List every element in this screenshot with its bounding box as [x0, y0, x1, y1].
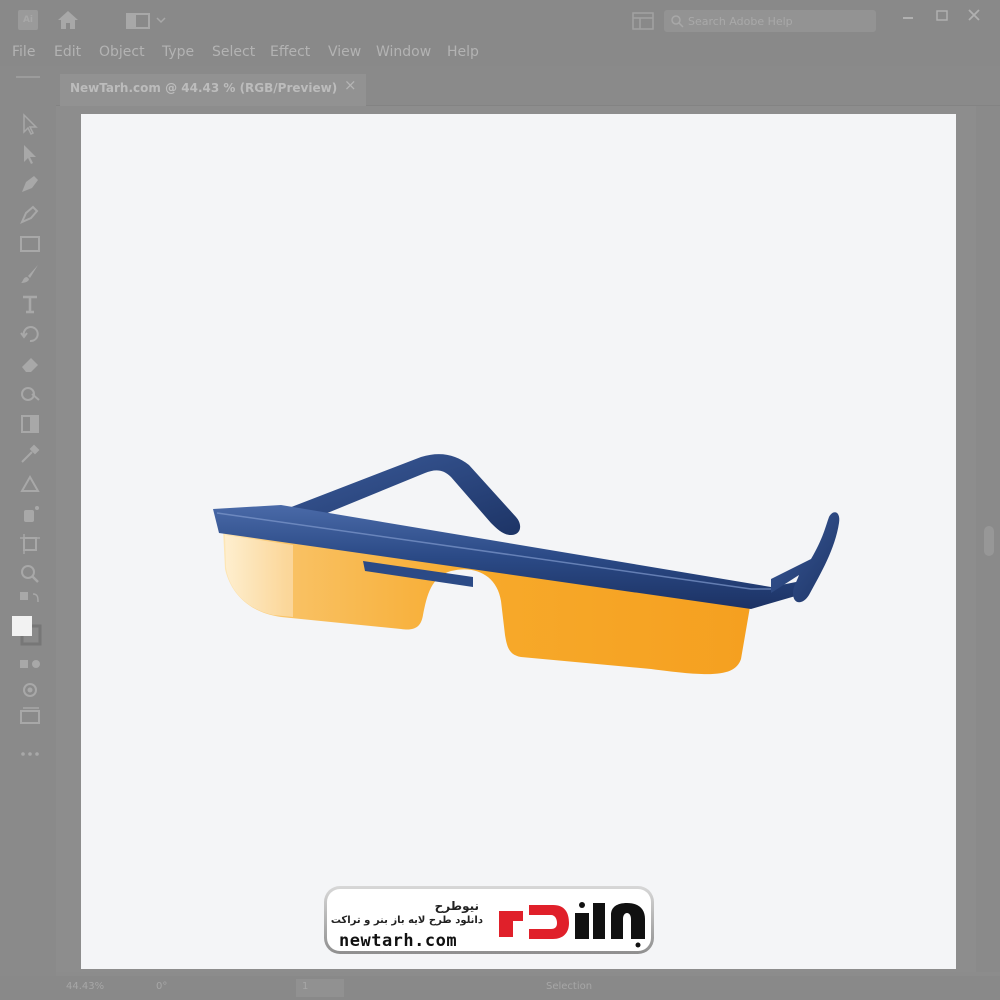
- watermark-inner: نیوطرح دانلود طرح لایه باز بنر و تراکت n…: [327, 889, 651, 951]
- menu-object[interactable]: Object: [99, 44, 145, 60]
- search-input[interactable]: [688, 13, 868, 29]
- edit-toolbar-control[interactable]: [18, 742, 42, 766]
- selection-arrow-icon: [23, 113, 38, 136]
- artboard-icon: [20, 534, 40, 554]
- gradient-tool[interactable]: [18, 412, 42, 436]
- menu-file[interactable]: File: [12, 44, 35, 60]
- eyedropper-icon: [21, 444, 40, 463]
- rotate-tool[interactable]: [18, 322, 42, 346]
- type-tool[interactable]: [18, 292, 42, 316]
- rotation-angle[interactable]: 0°: [156, 981, 167, 992]
- pen-tool[interactable]: [18, 172, 42, 196]
- menu-select[interactable]: Select: [212, 44, 255, 60]
- artboard[interactable]: [81, 114, 956, 969]
- gradient-icon: [21, 415, 39, 433]
- menu-type[interactable]: Type: [162, 44, 194, 60]
- swap-colors-icon: [20, 592, 39, 603]
- eraser-tool[interactable]: [18, 352, 42, 376]
- tab-close-icon[interactable]: ×: [344, 76, 357, 94]
- paintbrush-icon: [21, 265, 38, 283]
- fill-stroke-swatches[interactable]: [10, 614, 44, 648]
- color-mode-icon: [20, 660, 40, 668]
- status-mode: Selection: [546, 981, 593, 992]
- safety-glasses-artwork[interactable]: [211, 339, 846, 679]
- artboard-number[interactable]: 1: [296, 979, 344, 997]
- eraser-icon: [22, 358, 38, 372]
- shape-builder-tool[interactable]: [18, 382, 42, 406]
- symbol-sprayer-icon: [24, 506, 39, 522]
- watermark-url: newtarh.com: [339, 931, 458, 951]
- menu-help[interactable]: Help: [447, 44, 479, 60]
- document-tab-label: NewTarh.com @ 44.43 % (RGB/Preview): [70, 81, 338, 95]
- search-icon: [671, 15, 684, 28]
- rectangle-tool[interactable]: [18, 232, 42, 256]
- title-bar: Ai: [0, 0, 1000, 40]
- zoom-tool[interactable]: [18, 562, 42, 586]
- pen-icon: [22, 176, 38, 192]
- menu-view[interactable]: View: [328, 44, 361, 60]
- eyedropper-tool[interactable]: [18, 442, 42, 466]
- newtarh-logo-icon: [499, 902, 645, 948]
- lens-highlight: [225, 535, 293, 617]
- fill-stroke-icon: [12, 616, 42, 646]
- home-icon[interactable]: [56, 9, 80, 31]
- tools-panel: [0, 66, 56, 976]
- curvature-pen-icon: [20, 205, 39, 224]
- artboard-tool[interactable]: [18, 532, 42, 556]
- workspace-icon[interactable]: [126, 13, 150, 29]
- search-help-box[interactable]: [664, 10, 876, 32]
- direct-selection-tool[interactable]: [18, 142, 42, 166]
- watermark-badge: نیوطرح دانلود طرح لایه باز بنر و تراکت n…: [324, 886, 654, 954]
- document-tab-bar: NewTarh.com @ 44.43 % (RGB/Preview): [56, 66, 1000, 106]
- app-logo: Ai: [18, 10, 38, 30]
- rotate-icon: [20, 326, 39, 343]
- screen-mode-icon: [20, 707, 40, 724]
- menu-edit[interactable]: Edit: [54, 44, 81, 60]
- blend-tool[interactable]: [18, 472, 42, 496]
- blend-icon: [20, 474, 40, 492]
- more-icon: [21, 752, 39, 756]
- menu-window[interactable]: Window: [376, 44, 431, 60]
- panel-grip-icon[interactable]: [14, 74, 42, 80]
- restore-icon[interactable]: [930, 6, 954, 26]
- chevron-down-icon[interactable]: [156, 16, 166, 24]
- rectangle-icon: [20, 236, 40, 252]
- watermark-title: نیوطرح: [434, 899, 479, 913]
- vertical-scrollbar[interactable]: [976, 106, 1000, 972]
- menu-bar: File Edit Object Type Select Effect View…: [0, 40, 1000, 66]
- type-icon: [23, 295, 37, 314]
- direct-selection-arrow-icon: [24, 145, 36, 164]
- menu-effect[interactable]: Effect: [270, 44, 310, 60]
- status-bar: 44.43% 0° 1 Selection: [0, 976, 1000, 1000]
- screen-mode-control[interactable]: [18, 704, 42, 728]
- zoom-level[interactable]: 44.43%: [66, 981, 104, 992]
- scrollbar-thumb[interactable]: [984, 526, 994, 556]
- zoom-icon: [21, 565, 39, 583]
- canvas-area[interactable]: [56, 106, 976, 972]
- symbol-sprayer-tool[interactable]: [18, 502, 42, 526]
- shape-builder-icon: [21, 387, 40, 401]
- swap-colors-control[interactable]: [18, 590, 42, 614]
- draw-mode-icon: [23, 683, 37, 697]
- minimize-icon[interactable]: [896, 6, 920, 26]
- curvature-tool[interactable]: [18, 202, 42, 226]
- watermark-subtitle: دانلود طرح لایه باز بنر و تراکت: [330, 915, 483, 926]
- document-tab[interactable]: NewTarh.com @ 44.43 % (RGB/Preview): [60, 74, 366, 106]
- draw-mode-control[interactable]: [18, 678, 42, 702]
- selection-tool[interactable]: [18, 112, 42, 136]
- paintbrush-tool[interactable]: [18, 262, 42, 286]
- color-mode-control[interactable]: [18, 652, 42, 676]
- arrange-documents-icon[interactable]: [632, 12, 654, 30]
- close-icon[interactable]: [962, 6, 986, 26]
